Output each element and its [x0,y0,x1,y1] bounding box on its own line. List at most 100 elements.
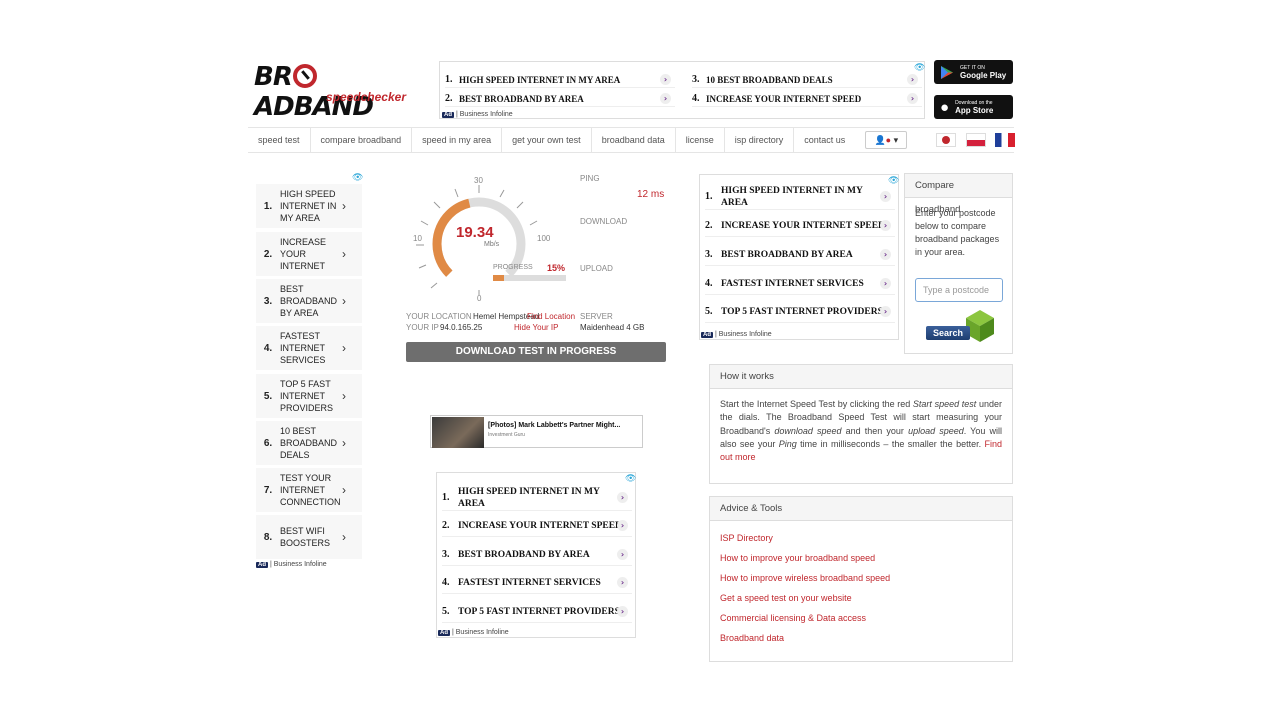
chevron-right-icon: › [617,520,628,531]
hide-ip-link[interactable]: Hide Your IP [514,323,558,332]
nav-get-your-own-test[interactable]: get your own test [502,127,592,153]
ad-source: | Business Infoline [452,629,509,636]
user-menu-dropdown[interactable]: 👤● ▾ [865,131,908,149]
ad-link-label: HIGH SPEED INTERNET IN MY AREA [721,185,863,208]
gauge-tick-100: 100 [537,234,551,243]
panel-title: Compare broadband [905,174,1012,215]
flag-france-icon[interactable] [995,133,1015,147]
chevron-right-icon: › [342,199,346,213]
nav-contact-us[interactable]: contact us [794,127,855,153]
ad-link[interactable]: 3. 10 BEST BROADBAND DEALS › [692,72,922,88]
nav-speed-in-my-area[interactable]: speed in my area [412,127,503,153]
ad-link[interactable]: 5. TOP 5 FAST INTERNET PROVIDERS › [442,601,632,623]
ad-attribution[interactable]: Ad | Business Infoline [701,331,772,338]
ad-link[interactable]: 4. FASTEST INTERNET SERVICES › [256,326,362,370]
ad-number: 1. [445,74,453,85]
site-logo[interactable]: BRADBAND speedchecker [254,62,414,122]
advice-link[interactable]: Broadband data [720,633,784,643]
ad-link[interactable]: 8. BEST WIFI BOOSTERS › [256,515,362,559]
adchoices-icon[interactable]: 👁 [352,172,363,183]
ad-attribution[interactable]: Ad | Business Infoline [256,561,327,568]
ad-link[interactable]: 3. BEST BROADBAND BY AREA › [442,544,632,566]
ad-link[interactable]: 2. BEST BROADBAND BY AREA › [445,91,675,107]
progress-label: PROGRESS [493,264,533,271]
search-button[interactable]: Search [926,326,970,340]
ad-number: 8. [263,531,273,543]
postcode-input[interactable]: Type a postcode [915,278,1003,302]
ad-link[interactable]: 3. BEST BROADBAND BY AREA › [256,279,362,323]
ad-link[interactable]: 2. INCREASE YOUR INTERNET › [256,232,362,276]
progress-bar-fill [493,275,504,281]
ad-badge: Ad [256,561,268,568]
advice-tools-panel: Advice & Tools ISP Directory How to impr… [709,496,1013,662]
chevron-right-icon: › [617,577,628,588]
ad-number: 5. [705,305,713,317]
gauge-tick-0: 0 [477,294,482,303]
google-play-button[interactable]: GET IT ON Google Play [934,60,1013,84]
ad-link[interactable]: 2. INCREASE YOUR INTERNET SPEED › [442,515,632,537]
ad-link[interactable]: 4. FASTEST INTERNET SERVICES › [442,572,632,594]
flag-japan-icon[interactable] [936,133,956,147]
ad-link[interactable]: 1. HIGH SPEED INTERNET IN MY AREA › [705,184,895,210]
find-location-link[interactable]: Find Location [527,312,575,321]
ad-link[interactable]: 1. HIGH SPEED INTERNET IN MY AREA › [445,72,675,88]
nav-compare-broadband[interactable]: compare broadband [311,127,413,153]
chevron-right-icon: › [617,549,628,560]
logo-subtitle: speedchecker [325,90,406,104]
ad-number: 3. [263,295,273,307]
ad-link[interactable]: 4. INCREASE YOUR INTERNET SPEED › [692,91,922,107]
ad-link[interactable]: 1. HIGH SPEED INTERNET IN MY AREA › [442,485,632,511]
advice-link[interactable]: Commercial licensing & Data access [720,613,866,623]
test-status-button[interactable]: DOWNLOAD TEST IN PROGRESS [406,342,666,362]
gauge-tick-10: 10 [413,234,422,243]
ad-link-label: 10 BEST BROADBAND DEALS [706,74,833,85]
text-emphasis: download speed [774,425,842,436]
adchoices-icon[interactable]: 👁 [625,473,636,484]
ad-number: 3. [692,74,700,85]
ad-link-label: TOP 5 FAST INTERNET PROVIDERS [280,379,334,413]
ad-link[interactable]: 4. FASTEST INTERNET SERVICES › [705,273,895,295]
nav-speed-test[interactable]: speed test [248,127,311,153]
ad-number: 2. [705,219,713,231]
ad-attribution[interactable]: Ad | Business Infoline [442,111,513,118]
ping-value: 12 ms [637,189,665,200]
server-value: Maidenhead 4 GB [580,323,645,332]
gauge-speed-unit: Mb/s [484,241,500,248]
ad-number: 3. [705,248,713,260]
ad-link-label: INCREASE YOUR INTERNET SPEED [458,520,622,531]
ad-attribution[interactable]: Ad | Business Infoline [438,629,509,636]
upload-label: UPLOAD [580,264,613,273]
ad-link[interactable]: 2. INCREASE YOUR INTERNET SPEED › [705,215,895,237]
flag-poland-icon[interactable] [966,133,986,147]
ad-link[interactable]: 7. TEST YOUR INTERNET CONNECTION › [256,468,362,512]
ad-link[interactable]: 3. BEST BROADBAND BY AREA › [705,244,895,266]
ad-number: 4. [263,342,273,354]
ad-link-label: BEST BROADBAND BY AREA [721,249,853,260]
ad-link[interactable]: 6. 10 BEST BROADBAND DEALS › [256,421,362,465]
nav-license[interactable]: license [676,127,725,153]
download-label: DOWNLOAD [580,217,628,226]
apple-icon: ● [940,98,950,116]
ad-number: 4. [692,93,700,104]
ad-number: 1. [442,491,450,503]
server-label: SERVER [580,312,613,321]
middle-ad-list: 👁 1. HIGH SPEED INTERNET IN MY AREA › 2. IN… [436,472,636,638]
advice-link[interactable]: How to improve your broadband speed [720,553,875,563]
advice-link[interactable]: ISP Directory [720,533,773,543]
location-label: YOUR LOCATION [406,312,472,321]
advice-link[interactable]: Get a speed test on your website [720,593,852,603]
ad-link[interactable]: 5. TOP 5 FAST INTERNET PROVIDERS › [256,374,362,418]
advice-link[interactable]: How to improve wireless broadband speed [720,573,890,583]
sponsored-news-ad[interactable]: [Photos] Mark Labbett's Partner Might...… [430,415,643,448]
nav-isp-directory[interactable]: isp directory [725,127,795,153]
chevron-right-icon: › [342,389,346,403]
ad-link-label: TOP 5 FAST INTERNET PROVIDERS [721,306,883,317]
app-store-button[interactable]: ● Download on the App Store [934,95,1013,119]
chevron-right-icon: › [617,492,628,503]
ad-link[interactable]: 5. TOP 5 FAST INTERNET PROVIDERS › [705,301,895,323]
nav-broadband-data[interactable]: broadband data [592,127,676,153]
chevron-right-icon: › [660,93,671,104]
ad-link[interactable]: 1. HIGH SPEED INTERNET IN MY AREA › [256,184,362,228]
ad-link-label: HIGH SPEED INTERNET IN MY AREA [280,189,337,223]
right-ad-list: 👁 1. HIGH SPEED INTERNET IN MY AREA › 2. IN… [699,174,899,340]
